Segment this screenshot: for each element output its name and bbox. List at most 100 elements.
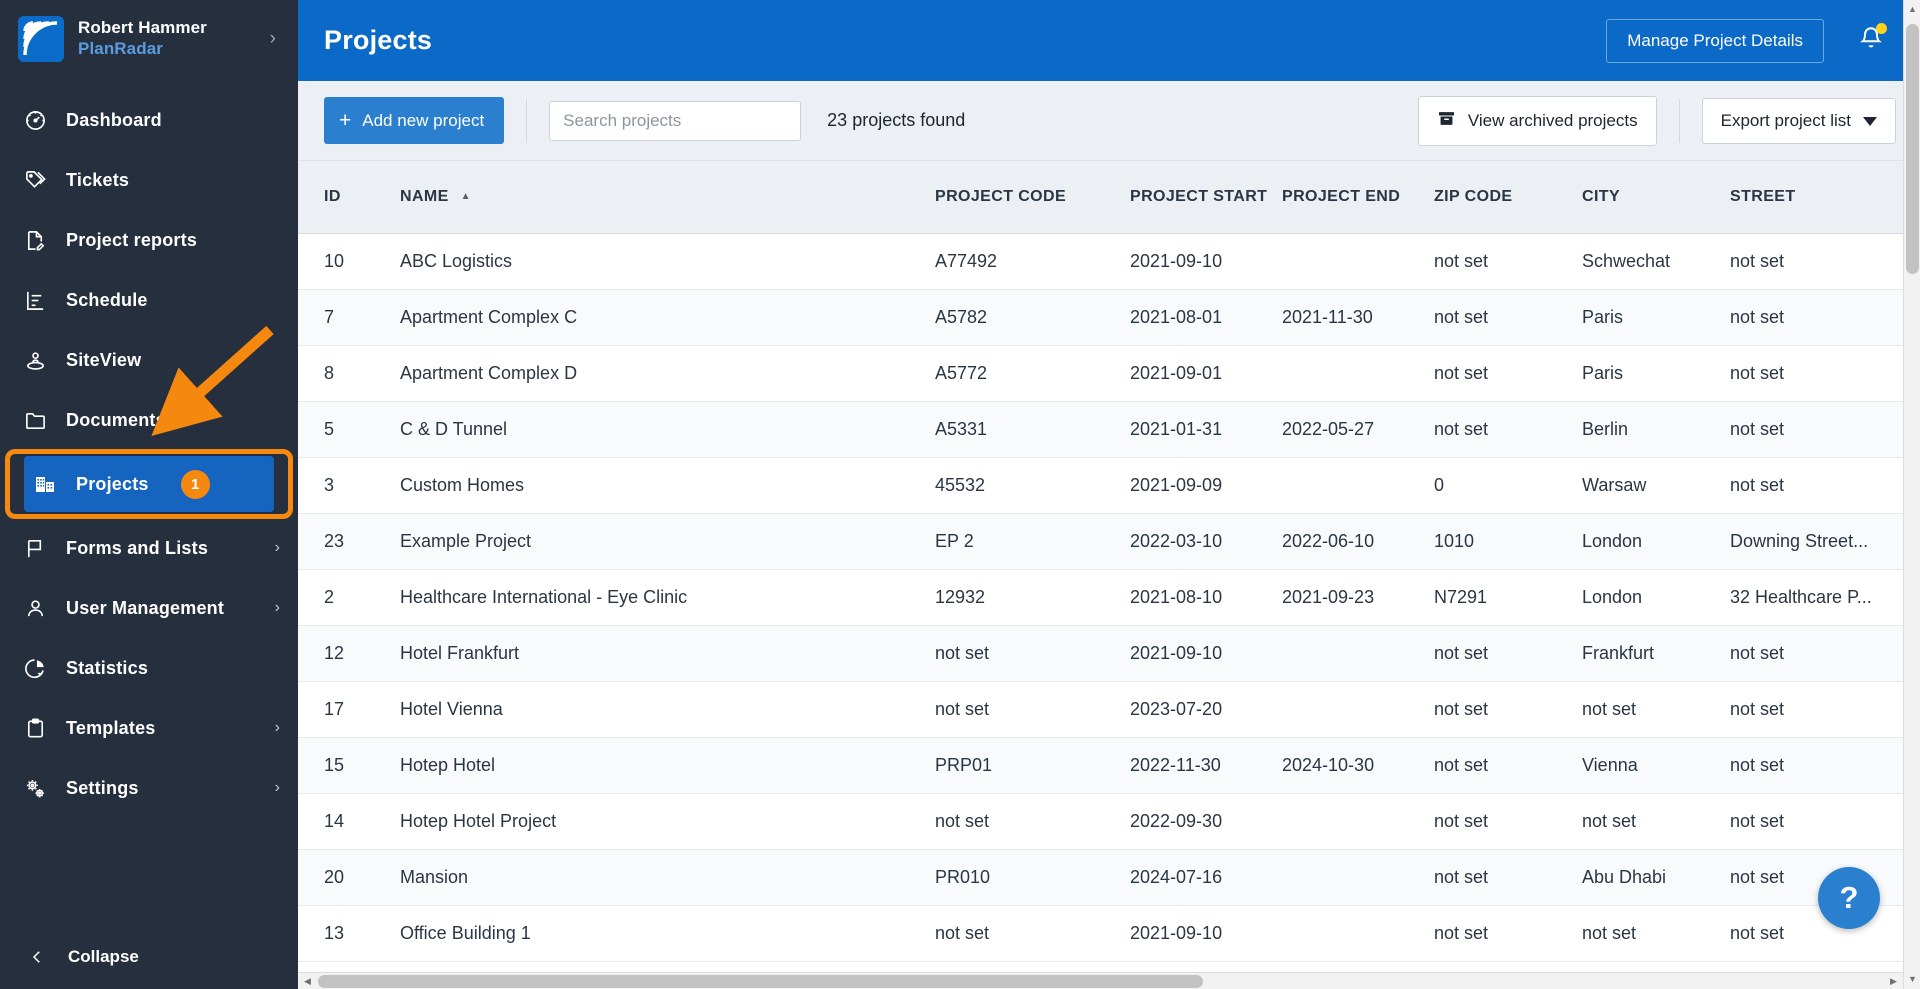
- table-row[interactable]: 17 Hotel Vienna not set 2023-07-20 not set no…: [298, 681, 1920, 738]
- scroll-right-arrow-icon[interactable]: ▶: [1884, 973, 1903, 989]
- vertical-scroll-thumb[interactable]: [1906, 24, 1919, 274]
- sidebar-item-statistics[interactable]: Statistics: [0, 638, 298, 698]
- column-header-project-code[interactable]: PROJECT CODE: [925, 161, 1120, 234]
- table-row[interactable]: 5C & D Tunnel A5331 2021-01-31 2022-05-27 no…: [298, 401, 1920, 458]
- table-cell-id: 23: [298, 513, 390, 570]
- horizontal-scroll-thumb[interactable]: [318, 975, 1203, 988]
- view-archived-projects-button[interactable]: View archived projects: [1417, 95, 1657, 146]
- horizontal-scrollbar[interactable]: ◀ ▶: [298, 972, 1903, 989]
- table-cell-code: not set: [925, 793, 1120, 850]
- table-cell-city: Schwechat: [1572, 233, 1720, 290]
- table-cell-id: 8: [298, 345, 390, 402]
- table-row[interactable]: 15 Hotep Hotel PRP01 2022-11-30 2024-10-30 no…: [298, 737, 1920, 794]
- report-icon: [22, 229, 48, 252]
- table-row[interactable]: 23 Example Project EP 2 2022-03-10 2022-06-1…: [298, 513, 1920, 570]
- table-cell-name: Healthcare International - Eye Clinic: [390, 569, 925, 626]
- column-header-name[interactable]: NAME ▲: [390, 161, 925, 234]
- help-button[interactable]: ?: [1818, 867, 1880, 929]
- table-cell-city: not set: [1572, 681, 1720, 738]
- table-cell-street: not set: [1720, 625, 1895, 682]
- sidebar-item-label: Project reports: [66, 229, 198, 250]
- chevron-right-icon[interactable]: ›: [275, 719, 280, 737]
- sidebar-item-templates[interactable]: Templates ›: [0, 698, 298, 758]
- sort-ascending-icon: ▲: [460, 191, 471, 203]
- table-row[interactable]: 14 Hotep Hotel Project not set 2022-09-30 no…: [298, 793, 1920, 850]
- sidebar-item-label: Templates: [66, 717, 156, 738]
- table-cell-end: 2022-05-27: [1272, 401, 1424, 458]
- column-header-id[interactable]: ID: [298, 161, 390, 234]
- manage-project-details-button[interactable]: Manage Project Details: [1606, 18, 1824, 63]
- sidebar-nav: Dashboard Tickets Project reports Schedu…: [0, 78, 298, 925]
- table-cell-street: not set: [1720, 345, 1895, 402]
- page-title: Projects: [324, 25, 433, 55]
- sidebar-user-profile[interactable]: Robert Hammer PlanRadar ›: [0, 0, 298, 78]
- table-row[interactable]: 7 Apartment Complex C A5782 2021-08-01 2021-…: [298, 289, 1920, 346]
- sidebar-item-forms-and-lists[interactable]: Forms and Lists ›: [0, 518, 298, 578]
- table-cell-id: 14: [298, 793, 390, 850]
- table-cell-code: EP 2: [925, 513, 1120, 570]
- table-cell-start: 2021-09-01: [1120, 345, 1272, 402]
- sidebar-item-documents[interactable]: Documents: [0, 390, 298, 450]
- sidebar-item-label: Settings: [66, 777, 139, 798]
- chevron-right-icon[interactable]: ›: [275, 599, 280, 617]
- table-cell-name: Office Building 1: [390, 905, 925, 962]
- sidebar-item-user-management[interactable]: User Management ›: [0, 578, 298, 638]
- column-header-city[interactable]: CITY: [1572, 161, 1720, 234]
- export-project-list-button[interactable]: Export project list: [1701, 97, 1896, 144]
- table-cell-code: not set: [925, 681, 1120, 738]
- search-projects-box[interactable]: [549, 100, 802, 141]
- sidebar-item-settings[interactable]: Settings ›: [0, 758, 298, 818]
- chevron-right-icon[interactable]: ›: [275, 779, 280, 797]
- sidebar-item-siteview[interactable]: SiteView: [0, 330, 298, 390]
- column-header-project-end[interactable]: PROJECT END: [1272, 161, 1424, 234]
- table-row[interactable]: 12 Hotel Frankfurt not set 2021-09-10 not se…: [298, 625, 1920, 682]
- table-cell-code: PRP01: [925, 737, 1120, 794]
- table-cell-end: 2021-09-23: [1272, 569, 1424, 626]
- table-row[interactable]: 10 ABC Logistics A77492 2021-09-10 not set Sc…: [298, 233, 1920, 290]
- table-cell-end: 2021-11-30: [1272, 289, 1424, 346]
- sidebar-item-tickets[interactable]: Tickets: [0, 150, 298, 210]
- table-cell-id: 10: [298, 233, 390, 290]
- table-cell-end: [1272, 905, 1424, 962]
- table-cell-zip: not set: [1424, 401, 1572, 458]
- chevron-right-icon[interactable]: ›: [275, 539, 280, 557]
- table-cell-code: A77492: [925, 233, 1120, 290]
- table-row[interactable]: 20 Mansion PR010 2024-07-16 not set Abu Dhabi…: [298, 849, 1920, 906]
- table-cell-end: 2022-06-10: [1272, 513, 1424, 570]
- add-new-project-button[interactable]: + Add new project: [324, 97, 505, 144]
- column-header-street[interactable]: STREET: [1720, 161, 1895, 234]
- add-new-project-label: Add new project: [362, 110, 485, 130]
- table-cell-start: 2021-09-09: [1120, 457, 1272, 514]
- table-cell-street: not set: [1720, 737, 1895, 794]
- notification-bell-icon[interactable]: [1858, 23, 1887, 56]
- clipboard-icon: [22, 717, 48, 740]
- view-archived-projects-label: View archived projects: [1467, 110, 1638, 130]
- table-row[interactable]: 8 Apartment Complex D A5772 2021-09-01 not s…: [298, 345, 1920, 402]
- table-cell-code: not set: [925, 625, 1120, 682]
- table-cell-name: Hotel Frankfurt: [390, 625, 925, 682]
- toolbar-divider-2: [1678, 98, 1680, 143]
- sidebar-item-dashboard[interactable]: Dashboard: [0, 90, 298, 150]
- search-input[interactable]: [563, 110, 788, 131]
- chevron-right-icon[interactable]: ›: [270, 28, 284, 50]
- sidebar-item-schedule[interactable]: Schedule: [0, 270, 298, 330]
- table-row[interactable]: 2 Healthcare International - Eye Clinic 12…: [298, 569, 1920, 626]
- table-cell-start: 2021-08-10: [1120, 569, 1272, 626]
- sidebar-item-projects[interactable]: Projects 1: [24, 456, 274, 512]
- table-cell-id: 5: [298, 401, 390, 458]
- table-cell-zip: not set: [1424, 793, 1572, 850]
- scroll-up-arrow-icon[interactable]: ▲: [1904, 0, 1920, 19]
- scroll-left-arrow-icon[interactable]: ◀: [298, 973, 317, 989]
- vertical-scrollbar[interactable]: ▲ ▼: [1903, 0, 1920, 989]
- sidebar-collapse-button[interactable]: Collapse: [0, 925, 298, 989]
- table-row[interactable]: 13 Office Building 1 not set 2021-09-10 not …: [298, 905, 1920, 962]
- scroll-down-arrow-icon[interactable]: ▼: [1904, 970, 1920, 989]
- column-header-project-start[interactable]: PROJECT START: [1120, 161, 1272, 234]
- column-header-zip-code[interactable]: ZIP CODE: [1424, 161, 1572, 234]
- table-row[interactable]: 3 Custom Homes 45532 2021-09-09 0 Warsaw not s…: [298, 457, 1920, 514]
- sidebar-item-label: Schedule: [66, 289, 148, 310]
- table-cell-code: 12932: [925, 569, 1120, 626]
- table-cell-start: 2021-09-10: [1120, 625, 1272, 682]
- table-cell-city: Paris: [1572, 345, 1720, 402]
- sidebar-item-project-reports[interactable]: Project reports: [0, 210, 298, 270]
